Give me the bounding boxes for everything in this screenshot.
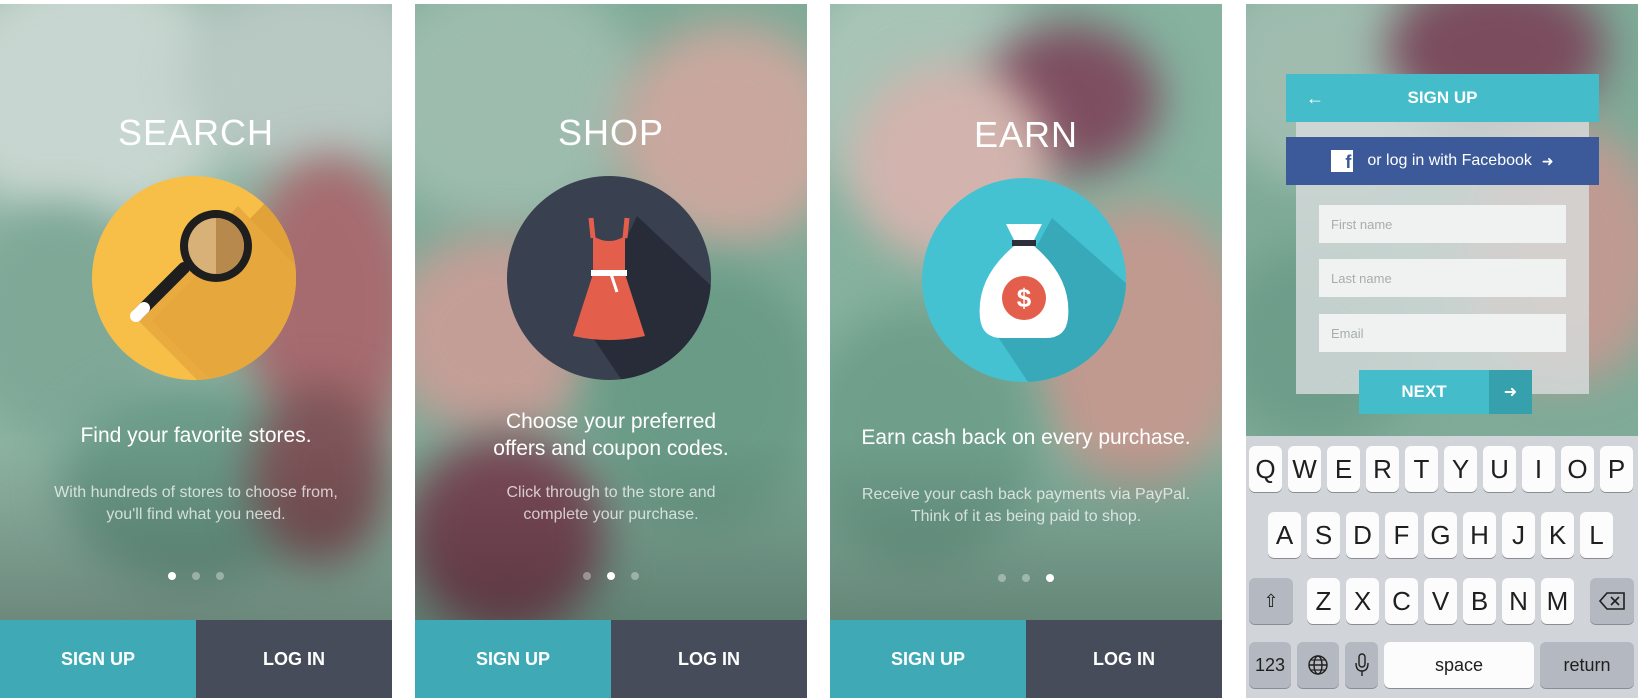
numbers-key[interactable]: 123 xyxy=(1249,642,1291,688)
auth-button-bar: SIGN UP LOG IN xyxy=(830,620,1222,698)
onboarding-screen-shop: SHOP Choose your preferred offers and co… xyxy=(415,4,807,698)
signup-header-title: SIGN UP xyxy=(1407,88,1478,107)
key[interactable]: U xyxy=(1483,446,1516,492)
arrow-right-icon: ➜ xyxy=(1541,152,1554,169)
key[interactable]: D xyxy=(1346,512,1379,558)
key[interactable]: Z xyxy=(1307,578,1340,624)
shift-icon: ⇧ xyxy=(1263,590,1279,611)
key[interactable]: G xyxy=(1424,512,1457,558)
shop-feature-badge xyxy=(507,176,711,380)
page-dot[interactable] xyxy=(1022,574,1030,582)
page-dot-active[interactable] xyxy=(1046,574,1054,582)
key[interactable]: B xyxy=(1463,578,1496,624)
key[interactable]: S xyxy=(1307,512,1340,558)
log-in-button[interactable]: LOG IN xyxy=(1026,620,1222,698)
globe-icon xyxy=(1308,655,1328,675)
email-field[interactable] xyxy=(1319,314,1566,352)
arrow-left-icon[interactable]: ← xyxy=(1306,74,1324,122)
key[interactable]: Q xyxy=(1249,446,1282,492)
microphone-key[interactable] xyxy=(1345,642,1378,688)
sign-up-button[interactable]: SIGN UP xyxy=(415,620,611,698)
key[interactable]: F xyxy=(1385,512,1418,558)
screen-subtext: Receive your cash back payments via PayP… xyxy=(861,486,1191,525)
key[interactable]: H xyxy=(1463,512,1496,558)
key[interactable]: R xyxy=(1366,446,1399,492)
dress-icon xyxy=(573,216,711,380)
key[interactable]: W xyxy=(1288,446,1321,492)
page-dot[interactable] xyxy=(998,574,1006,582)
key[interactable]: T xyxy=(1405,446,1438,492)
first-name-field[interactable] xyxy=(1319,205,1566,243)
last-name-field[interactable] xyxy=(1319,259,1566,297)
auth-button-bar: SIGN UP LOG IN xyxy=(0,620,392,698)
globe-key[interactable] xyxy=(1297,642,1339,688)
key[interactable]: C xyxy=(1385,578,1418,624)
log-in-button[interactable]: LOG IN xyxy=(611,620,807,698)
onscreen-keyboard: Q W E R T Y U I O P A S D F G H J K L ⇧ … xyxy=(1246,436,1638,698)
key[interactable]: A xyxy=(1268,512,1301,558)
signup-header: ← SIGN UP xyxy=(1286,74,1599,122)
svg-text:$: $ xyxy=(1017,283,1032,313)
key[interactable]: N xyxy=(1502,578,1535,624)
money-bag-icon: $ xyxy=(979,218,1126,382)
magnifier-icon xyxy=(130,201,296,380)
pagination-dots xyxy=(415,567,807,585)
key[interactable]: L xyxy=(1580,512,1613,558)
key[interactable]: K xyxy=(1541,512,1574,558)
key[interactable]: M xyxy=(1541,578,1574,624)
earn-feature-badge: $ xyxy=(922,178,1126,382)
microphone-icon xyxy=(1354,653,1369,676)
page-dot[interactable] xyxy=(192,572,200,580)
sign-up-button[interactable]: SIGN UP xyxy=(0,620,196,698)
shift-key[interactable]: ⇧ xyxy=(1249,578,1293,624)
screen-title: SEARCH xyxy=(117,112,275,153)
screen-headline: Earn cash back on every purchase. xyxy=(861,426,1191,449)
key[interactable]: V xyxy=(1424,578,1457,624)
space-key[interactable]: space xyxy=(1384,642,1534,688)
key[interactable]: Y xyxy=(1444,446,1477,492)
key[interactable]: P xyxy=(1600,446,1633,492)
page-dot[interactable] xyxy=(583,572,591,580)
onboarding-screen-earn: EARN $ Earn cash back on every purchase.… xyxy=(830,4,1222,698)
search-feature-badge xyxy=(92,176,296,380)
return-key[interactable]: return xyxy=(1540,642,1634,688)
screen-subtext: Click through to the store and complete … xyxy=(506,484,716,523)
page-dot-active[interactable] xyxy=(168,572,176,580)
key[interactable]: I xyxy=(1522,446,1555,492)
sign-up-button[interactable]: SIGN UP xyxy=(830,620,1026,698)
screen-headline: Choose your preferred offers and coupon … xyxy=(493,410,729,460)
screen-headline: Find your favorite stores. xyxy=(80,424,312,447)
key[interactable]: O xyxy=(1561,446,1594,492)
next-button[interactable]: NEXT ➜ xyxy=(1359,370,1532,414)
screen-subtext: With hundreds of stores to choose from, … xyxy=(54,484,338,523)
pagination-dots xyxy=(0,567,392,585)
key[interactable]: E xyxy=(1327,446,1360,492)
screen-title: SHOP xyxy=(557,112,665,153)
auth-button-bar: SIGN UP LOG IN xyxy=(415,620,807,698)
backspace-icon xyxy=(1599,592,1625,610)
page-dot[interactable] xyxy=(631,572,639,580)
page-dot[interactable] xyxy=(216,572,224,580)
signup-screen: ← SIGN UP f or log in with Facebook ➜ NE… xyxy=(1246,4,1638,698)
next-button-label: NEXT xyxy=(1359,370,1489,414)
arrow-right-icon: ➜ xyxy=(1489,370,1532,414)
onboarding-screen-search: SEARCH Find your favorite stores. With h… xyxy=(0,4,392,698)
page-dot-active[interactable] xyxy=(607,572,615,580)
facebook-login-button[interactable]: f or log in with Facebook ➜ xyxy=(1286,137,1599,185)
pagination-dots xyxy=(830,569,1222,587)
key[interactable]: X xyxy=(1346,578,1379,624)
key[interactable]: J xyxy=(1502,512,1535,558)
screen-title: EARN xyxy=(973,114,1079,155)
log-in-button[interactable]: LOG IN xyxy=(196,620,392,698)
facebook-login-label: or log in with Facebook xyxy=(1367,152,1532,169)
backspace-key[interactable] xyxy=(1590,578,1634,624)
facebook-icon: f xyxy=(1331,150,1354,172)
